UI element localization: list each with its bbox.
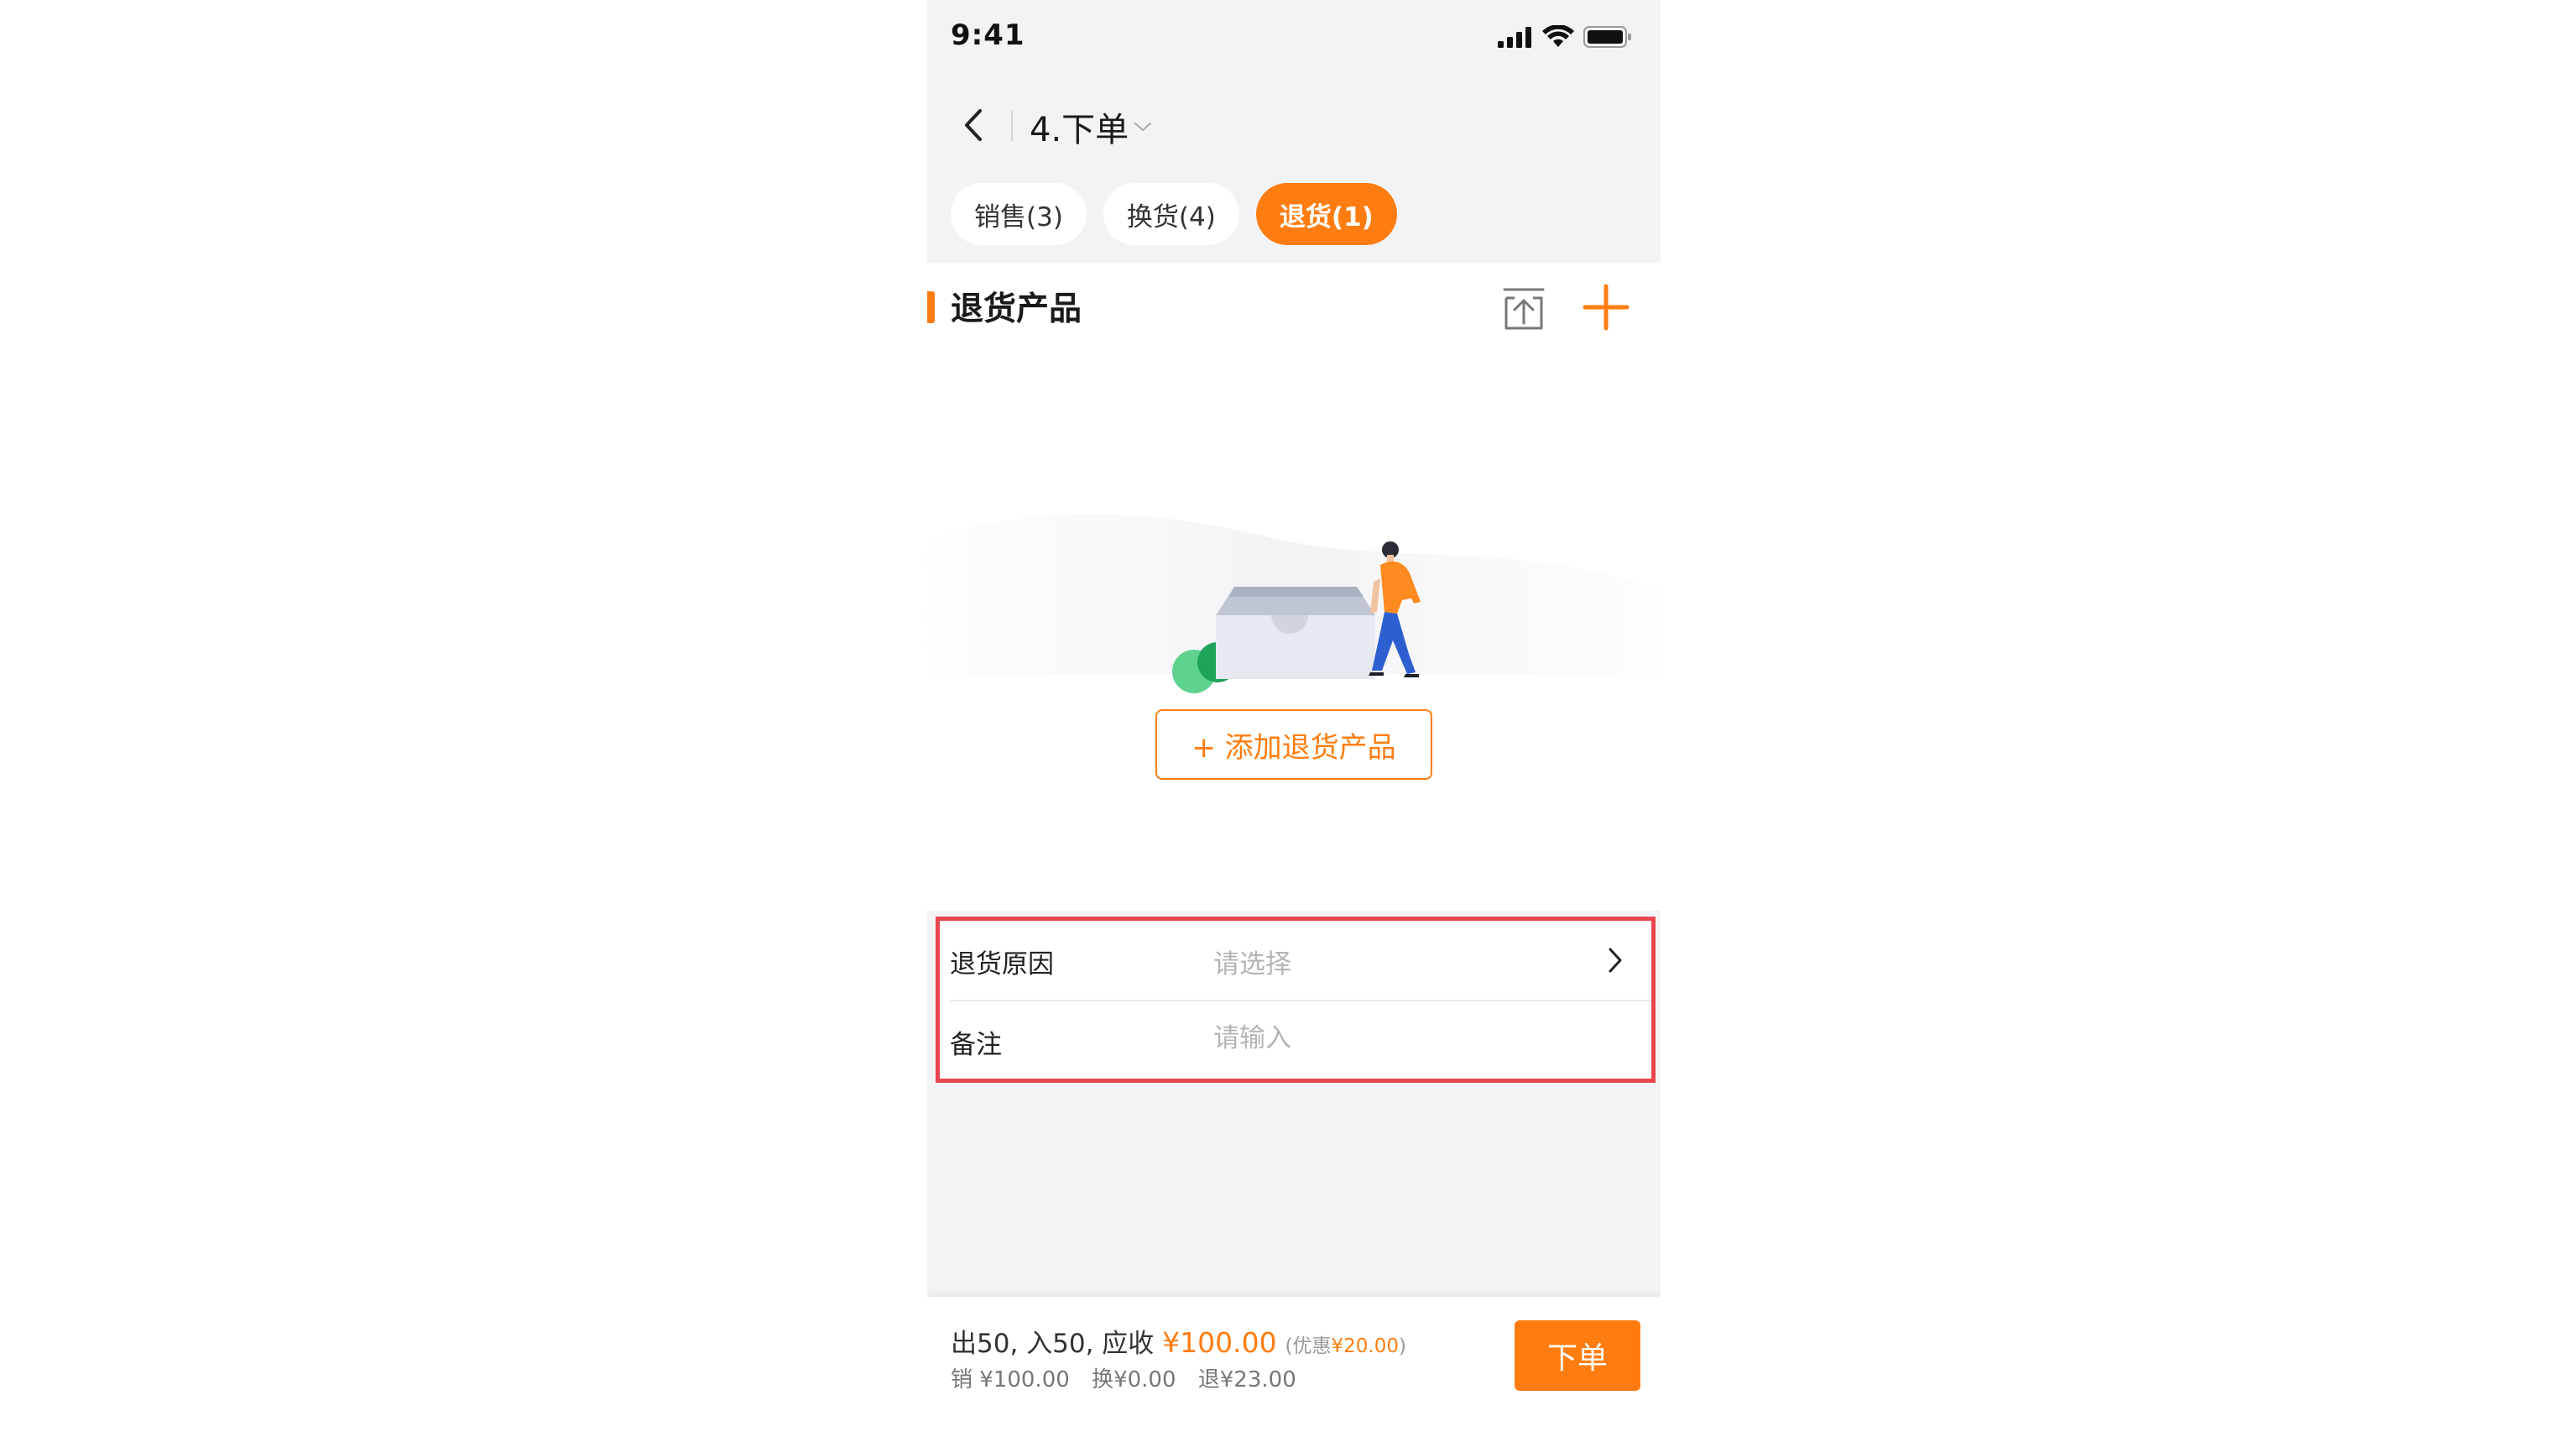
section-title: 退货产品	[951, 290, 1082, 328]
section-accent-bar	[927, 291, 935, 323]
chevron-left-icon	[965, 109, 982, 141]
page-title[interactable]: 4.下单	[1030, 102, 1152, 151]
status-time: 9:41	[951, 18, 1025, 52]
nav-divider	[1011, 111, 1013, 141]
section-header: 退货产品	[927, 263, 1661, 355]
phone-screen: 9:41 4.下单 销售(3) 换货(4) 退货(1) 退货产品 + 添加退货产…	[927, 0, 1661, 1437]
upload-icon	[1503, 288, 1545, 330]
discount-suffix: )	[1398, 1335, 1406, 1357]
battery-icon	[1583, 26, 1631, 48]
status-icons	[1498, 25, 1632, 49]
summary-total-line: 出50, 入50, 应收 ¥100.00 (优惠¥20.00)	[951, 1322, 1406, 1360]
empty-state: + 添加退货产品	[927, 355, 1661, 911]
signal-icon	[1498, 27, 1531, 48]
import-button[interactable]	[1499, 285, 1548, 333]
place-order-button[interactable]: 下单	[1515, 1320, 1640, 1391]
summary-breakdown: 销 ¥100.00 换¥0.00 退¥23.00	[951, 1362, 1311, 1393]
tab-return[interactable]: 退货(1)	[1255, 183, 1397, 245]
page-title-text: 4.下单	[1030, 111, 1129, 149]
discount-amount: ¥20.00	[1331, 1335, 1399, 1357]
chevron-down-icon	[1134, 123, 1152, 132]
screen: 9:41 4.下单 销售(3) 换货(4) 退货(1) 退货产品 + 添加退货产…	[0, 0, 2576, 1437]
remark-input[interactable]	[1213, 1023, 1549, 1053]
return-reason-select[interactable]: 请选择	[1213, 943, 1549, 980]
return-info-form: 退货原因 请选择 备注	[936, 917, 1656, 1083]
summary-discount: (优惠¥20.00)	[1285, 1335, 1406, 1357]
order-type-tabs: 销售(3) 换货(4) 退货(1)	[951, 183, 1397, 245]
summary-sale: 销 ¥100.00	[951, 1367, 1070, 1393]
remark-row: 备注	[940, 1001, 1651, 1080]
tab-exchange[interactable]: 换货(4)	[1103, 183, 1239, 245]
bottom-summary-bar: 出50, 入50, 应收 ¥100.00 (优惠¥20.00) 销 ¥100.0…	[927, 1297, 1661, 1437]
add-product-icon-button[interactable]	[1580, 281, 1632, 333]
tab-sale[interactable]: 销售(3)	[951, 183, 1087, 245]
summary-counts: 出50, 入50, 应收	[951, 1329, 1155, 1359]
summary-total-price: ¥100.00	[1162, 1326, 1277, 1359]
back-button[interactable]	[952, 104, 994, 146]
plus-icon	[1583, 284, 1630, 331]
add-return-product-button[interactable]: + 添加退货产品	[1155, 709, 1432, 780]
summary-exchange: 换¥0.00	[1092, 1367, 1176, 1393]
return-reason-label: 退货原因	[950, 949, 1054, 980]
return-reason-row[interactable]: 退货原因 请选择	[940, 921, 1651, 1001]
remark-label: 备注	[950, 1030, 1002, 1060]
chevron-right-icon	[1609, 948, 1622, 973]
nav-bar: 4.下单	[927, 92, 1661, 159]
summary-return: 退¥23.00	[1197, 1367, 1296, 1393]
status-bar: 9:41	[927, 0, 1661, 74]
discount-prefix: (优惠	[1285, 1335, 1332, 1357]
wifi-icon	[1542, 25, 1574, 47]
empty-box-illustration	[927, 514, 1661, 699]
